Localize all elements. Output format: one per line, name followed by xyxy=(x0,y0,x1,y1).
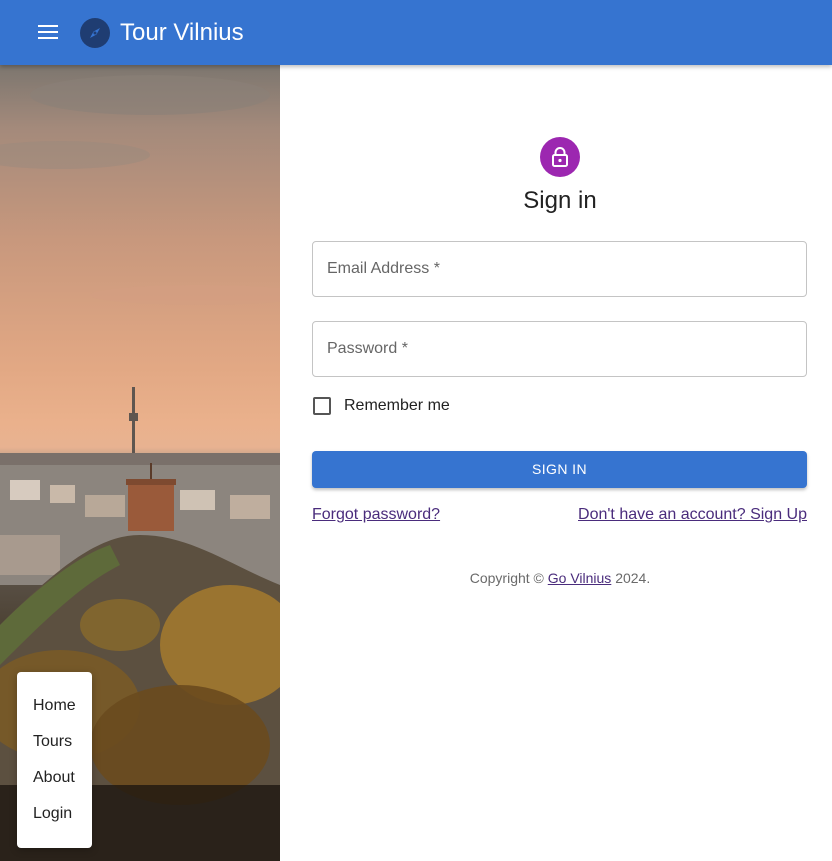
compass-icon xyxy=(80,18,110,48)
app-bar: Tour Vilnius xyxy=(0,0,832,65)
lock-avatar xyxy=(540,137,580,177)
nav-item-login[interactable]: Login xyxy=(17,796,92,832)
sign-in-panel: Sign in Remember me SIGN IN Forgot passw… xyxy=(280,65,832,861)
nav-item-tours[interactable]: Tours xyxy=(17,724,92,760)
sign-in-button[interactable]: SIGN IN xyxy=(312,451,807,488)
nav-item-about[interactable]: About xyxy=(17,760,92,796)
remember-me-row: Remember me xyxy=(312,394,450,418)
menu-button[interactable] xyxy=(28,12,68,52)
side-navigation-menu: Home Tours About Login xyxy=(17,672,92,848)
email-input[interactable] xyxy=(313,242,806,296)
remember-me-label[interactable]: Remember me xyxy=(344,397,450,415)
copyright-prefix: Copyright © xyxy=(469,570,548,586)
password-input[interactable] xyxy=(313,322,806,376)
email-field xyxy=(312,241,807,297)
copyright-year: 2024. xyxy=(611,570,651,586)
app-title: Tour Vilnius xyxy=(120,19,244,46)
remember-me-checkbox[interactable] xyxy=(313,397,331,415)
sign-up-link[interactable]: Don't have an account? Sign Up xyxy=(578,506,807,524)
nav-item-home[interactable]: Home xyxy=(17,688,92,724)
password-field xyxy=(312,321,807,377)
forgot-password-link[interactable]: Forgot password? xyxy=(312,506,440,524)
lock-icon xyxy=(552,147,568,167)
sign-in-heading: Sign in xyxy=(523,187,597,214)
menu-icon xyxy=(38,25,58,39)
brand-link[interactable]: Go Vilnius xyxy=(548,570,612,586)
copyright: Copyright © Go Vilnius 2024. xyxy=(280,570,832,586)
